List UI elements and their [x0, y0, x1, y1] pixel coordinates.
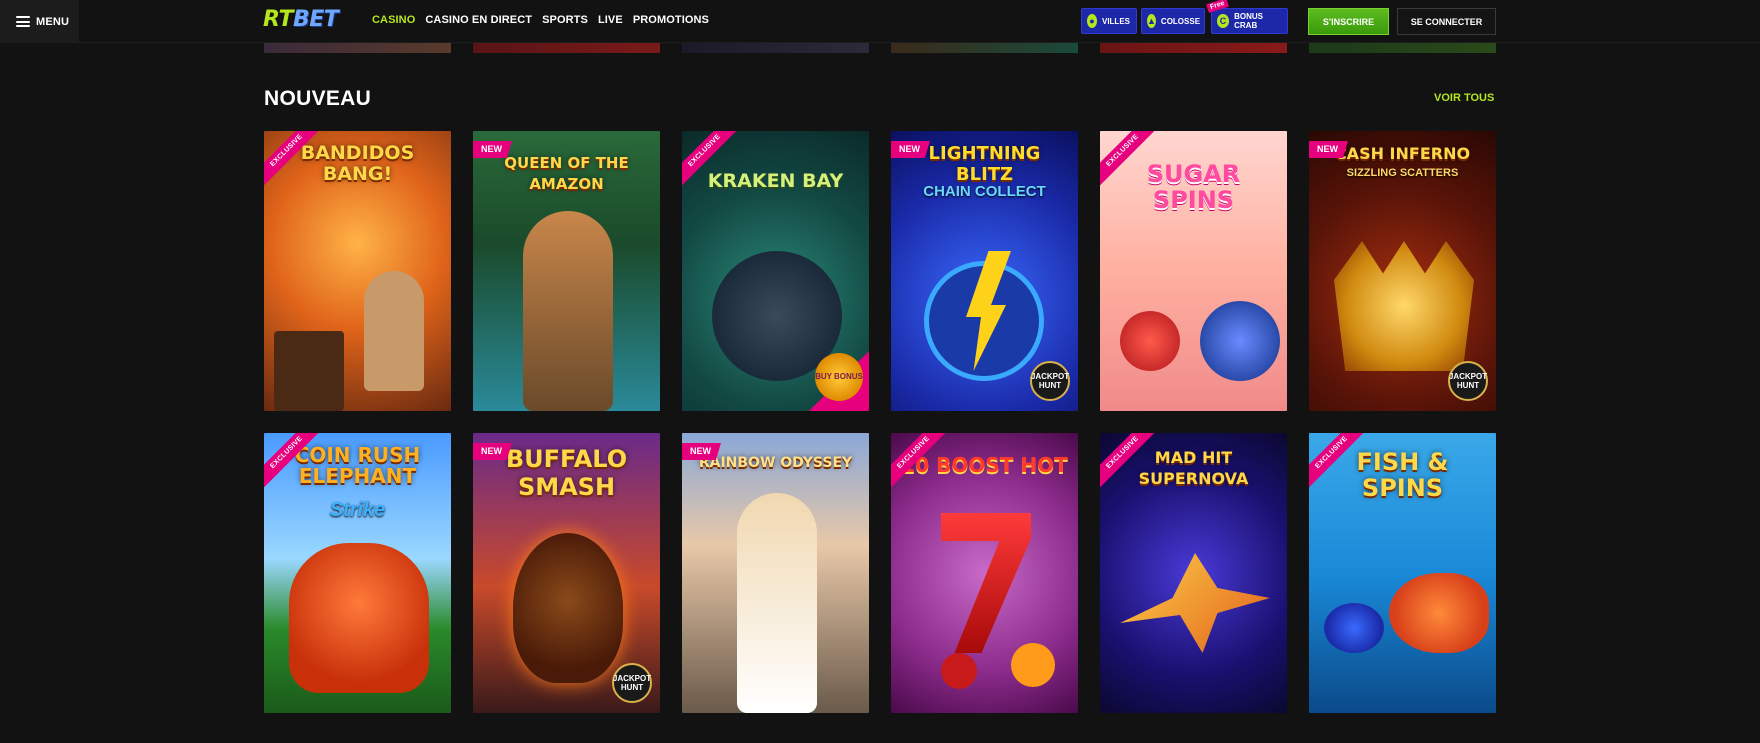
game-title: QUEEN OF THE AMAZON — [504, 154, 629, 193]
signup-button[interactable]: S'INSCRIRE — [1308, 8, 1389, 35]
menu-button[interactable]: MENU — [0, 0, 79, 43]
goddess-art — [737, 493, 817, 713]
crown-art — [1334, 241, 1474, 371]
new-ribbon: NEW — [891, 141, 930, 158]
game-tile-cash-inferno[interactable]: CASH INFERNO SIZZLING SCATTERS NEW JACKP… — [1309, 131, 1496, 411]
jackpot-hunt-badge: JACKPOT HUNT — [612, 663, 652, 703]
map-pin-icon: ● — [1087, 14, 1097, 28]
hamburger-icon — [16, 16, 30, 27]
nav-promotions[interactable]: PROMOTIONS — [633, 14, 709, 26]
cupcake-art — [1200, 301, 1280, 381]
login-button[interactable]: SE CONNECTER — [1397, 8, 1496, 35]
game-tile-fish-and-spins[interactable]: FISH & SPINS EXCLUSIVE — [1309, 433, 1496, 713]
game-tile-buffalo-smash[interactable]: BUFFALO SMASH NEW JACKPOT HUNT — [473, 433, 660, 713]
game-thumbnail[interactable] — [473, 43, 660, 53]
jackpot-hunt-badge: JACKPOT HUNT — [1030, 361, 1070, 401]
fish-art — [1324, 603, 1384, 653]
game-title: FISH & SPINS — [1356, 448, 1449, 502]
promo-colosse-button[interactable]: ▲ COLOSSE — [1141, 8, 1205, 34]
cherry-cake-art — [1120, 311, 1180, 371]
warrior-art — [523, 211, 613, 411]
game-tile-kraken-bay[interactable]: KRAKEN BAY EXCLUSIVE BUY BONUS — [682, 131, 869, 411]
game-tile-queen-of-the-amazon[interactable]: QUEEN OF THE AMAZON NEW — [473, 131, 660, 411]
game-thumbnail[interactable] — [1309, 43, 1496, 53]
crab-icon: C — [1217, 14, 1230, 28]
new-ribbon: NEW — [473, 443, 512, 460]
game-tile-sugar-spins[interactable]: SUGAR SPINS EXCLUSIVE — [1100, 131, 1287, 411]
game-subtitle: SIZZLING SCATTERS — [1346, 167, 1459, 179]
buy-bonus-badge: BUY BONUS — [815, 353, 863, 401]
promo-villes-button[interactable]: ● VILLES — [1081, 8, 1137, 34]
game-subtitle: Strike — [329, 499, 386, 521]
top-bar: MENU RTBET CASINO CASINO EN DIRECT SPORT… — [0, 0, 1760, 43]
see-all-link[interactable]: VOIR TOUS — [1434, 92, 1494, 104]
nav-sports[interactable]: SPORTS — [542, 14, 588, 26]
game-tile-mad-hit-supernova[interactable]: MAD HIT SUPERNOVA EXCLUSIVE — [1100, 433, 1287, 713]
cherry-art — [941, 653, 977, 689]
promo-bonus-crab-button[interactable]: C BONUS CRAB — [1211, 8, 1288, 34]
game-thumbnail[interactable] — [1100, 43, 1287, 53]
main-nav: CASINO CASINO EN DIRECT SPORTS LIVE PROM… — [372, 14, 709, 26]
section-title: NOUVEAU — [264, 87, 372, 110]
game-tile-bandidos-bang[interactable]: BANDIDOS BANG! EXCLUSIVE — [264, 131, 451, 411]
game-tile-10-boost-hot[interactable]: 10 BOOST HOT EXCLUSIVE — [891, 433, 1078, 713]
game-title: SUGAR SPINS — [1146, 160, 1241, 214]
barrel-art — [274, 331, 344, 411]
orange-art — [1011, 643, 1055, 687]
buffalo-art — [513, 533, 623, 683]
trophy-icon: ▲ — [1147, 14, 1156, 28]
game-thumbnail[interactable] — [891, 43, 1078, 53]
hand-art — [364, 271, 424, 391]
menu-label: MENU — [36, 15, 70, 28]
game-tile-coin-rush-elephant[interactable]: COIN RUSH ELEPHANT Strike EXCLUSIVE — [264, 433, 451, 713]
nav-casino-en-direct[interactable]: CASINO EN DIRECT — [425, 14, 532, 26]
game-tile-rainbow-odyssey[interactable]: RAINBOW ODYSSEY NEW — [682, 433, 869, 713]
game-title: KRAKEN BAY — [707, 170, 844, 192]
new-ribbon: NEW — [682, 443, 721, 460]
game-tile-lightning-blitz[interactable]: LIGHTNING BLITZ CHAIN COLLECT NEW JACKPO… — [891, 131, 1078, 411]
fish-art — [1389, 573, 1489, 653]
game-thumbnail[interactable] — [682, 43, 869, 53]
game-subtitle: CHAIN COLLECT — [923, 183, 1046, 200]
jackpot-hunt-badge: JACKPOT HUNT — [1448, 361, 1488, 401]
elephant-art — [289, 543, 429, 693]
rtbet-logo[interactable]: RTBET — [263, 7, 339, 33]
new-ribbon: NEW — [1309, 141, 1348, 158]
game-thumbnail[interactable] — [264, 43, 451, 53]
nav-casino[interactable]: CASINO — [372, 14, 415, 26]
game-title: 10 BOOST HOT — [901, 453, 1068, 477]
new-ribbon: NEW — [473, 141, 512, 158]
nav-live[interactable]: LIVE — [598, 14, 623, 26]
